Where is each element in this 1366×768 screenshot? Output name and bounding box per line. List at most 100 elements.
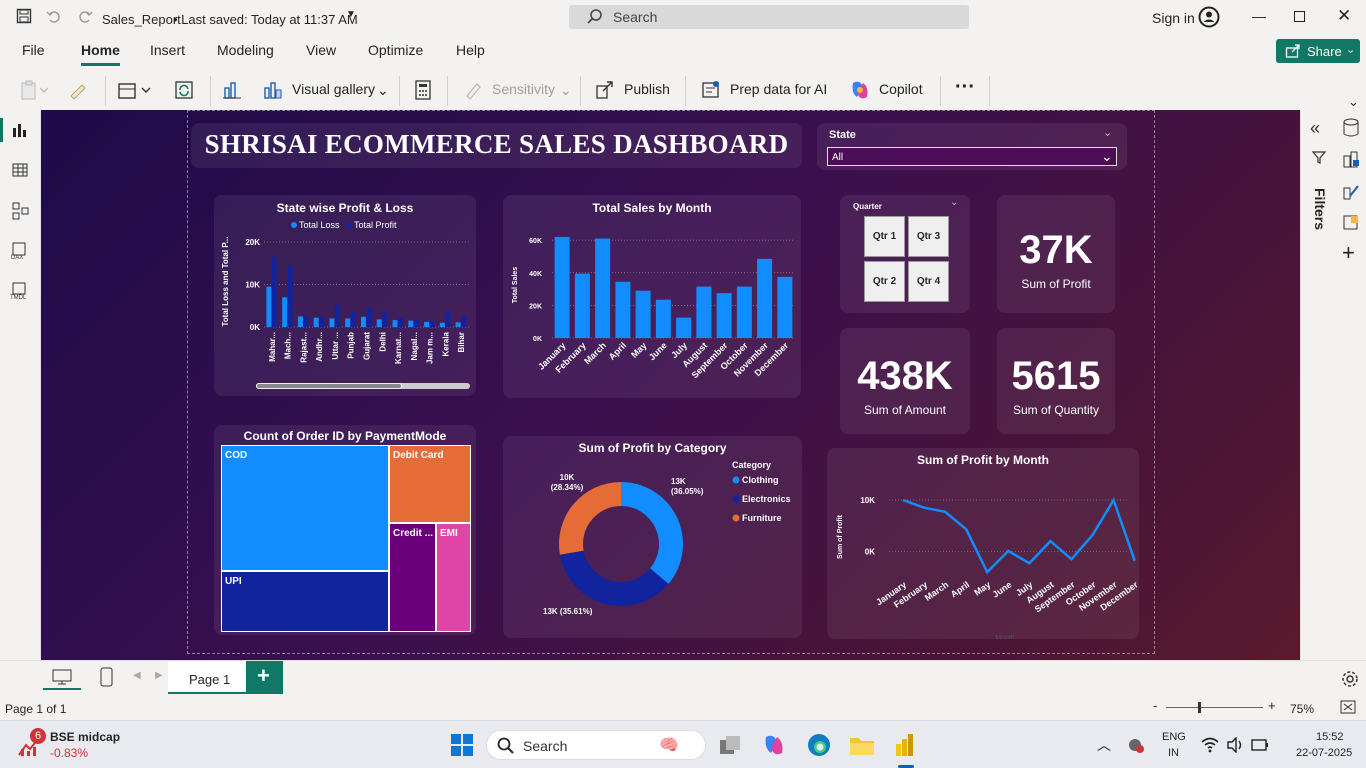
desktop-layout-icon[interactable] — [52, 669, 72, 688]
format-visual-icon[interactable] — [1342, 182, 1360, 203]
mobile-layout-icon[interactable] — [100, 667, 114, 690]
publish-button[interactable]: Publish — [624, 81, 670, 97]
visual-gallery-button[interactable]: Visual gallery — [292, 81, 375, 97]
profit-line — [902, 497, 1136, 575]
kpi-card-quantity[interactable]: 5615 Sum of Quantity — [997, 328, 1115, 434]
filters-pane-collapsed[interactable]: « Filters — [1300, 110, 1334, 660]
expand-pane-icon[interactable]: « — [1310, 118, 1320, 139]
zoom-out-button[interactable]: - — [1153, 698, 1157, 713]
settings-gear-icon[interactable] — [1340, 669, 1360, 692]
stock-name[interactable]: BSE midcap — [50, 730, 120, 744]
account-icon[interactable] — [1198, 6, 1220, 31]
copilot-icon[interactable] — [849, 79, 871, 104]
calculator-icon[interactable] — [414, 80, 432, 103]
new-visual-icon[interactable] — [222, 80, 242, 103]
data-pane-icon[interactable] — [1342, 118, 1360, 141]
wifi-icon[interactable] — [1201, 737, 1219, 756]
prev-page-icon[interactable]: ◀ — [133, 670, 141, 681]
report-view-icon[interactable] — [12, 122, 28, 141]
kpi-card-profit[interactable]: 37K Sum of Profit — [997, 195, 1115, 313]
profit-by-month-chart[interactable]: Sum of Profit by Month Sum of Profit 0K 10… — [827, 448, 1139, 639]
save-icon[interactable] — [16, 8, 32, 27]
edge-browser-icon[interactable] — [806, 732, 832, 761]
bar — [455, 322, 461, 327]
meet-now-icon[interactable] — [1127, 737, 1145, 756]
visualizations-icon[interactable] — [1342, 150, 1360, 171]
minimize-icon[interactable]: — — [1252, 8, 1266, 24]
menu-insert[interactable]: Insert — [150, 42, 185, 58]
redo-icon[interactable] — [77, 8, 93, 27]
search-input[interactable]: Search — [569, 5, 969, 29]
quarter-option[interactable]: Qtr 1 — [864, 216, 905, 257]
menu-help[interactable]: Help — [456, 42, 485, 58]
treemap-tile-debit-card[interactable]: Debit Card — [389, 445, 471, 523]
table-view-icon[interactable] — [12, 162, 28, 181]
share-button[interactable]: Share ⌄ — [1276, 39, 1360, 63]
treemap-tile-cod[interactable]: COD — [221, 445, 389, 571]
undo-icon[interactable] — [46, 8, 62, 27]
treemap-tile-upi[interactable]: UPI — [221, 571, 389, 632]
quarter-option[interactable]: Qtr 2 — [864, 261, 905, 302]
visual-gallery-icon[interactable] — [262, 80, 282, 103]
get-data-icon[interactable] — [117, 80, 153, 103]
copilot-taskbar-icon[interactable] — [762, 733, 786, 760]
sign-in-link[interactable]: Sign in — [1152, 10, 1195, 26]
zoom-in-button[interactable]: + — [1268, 698, 1276, 713]
tmdl-view-icon[interactable]: TMDL — [9, 282, 31, 303]
treemap-tile-credit-card[interactable]: Credit ... — [389, 523, 436, 632]
volume-icon[interactable] — [1226, 736, 1244, 756]
sales-by-month-chart[interactable]: Total Sales by Month Total Sales 0K 20K 40K… — [503, 195, 801, 398]
next-page-icon[interactable]: ▶ — [155, 670, 163, 681]
zoom-slider-thumb[interactable] — [1198, 702, 1201, 713]
taskbar-search[interactable]: Search 🧠 — [486, 730, 706, 760]
language-code[interactable]: ENG — [1162, 731, 1186, 743]
add-pane-icon[interactable]: + — [1342, 242, 1355, 264]
menu-modeling[interactable]: Modeling — [217, 42, 274, 58]
state-profit-loss-chart[interactable]: State wise Profit & Loss Total Loss Total… — [214, 195, 476, 396]
scrollbar-thumb[interactable] — [256, 383, 402, 389]
prep-data-icon[interactable] — [701, 80, 721, 103]
battery-icon[interactable] — [1251, 737, 1269, 756]
add-page-button[interactable]: + — [246, 661, 283, 695]
powerbi-taskbar-icon[interactable] — [893, 732, 917, 761]
dashboard-title-card[interactable]: SHRISAI ECOMMERCE SALES DASHBOARD — [191, 123, 802, 168]
quarter-option[interactable]: Qtr 4 — [908, 261, 949, 302]
state-slicer[interactable]: State ⌄ All ⌄ — [817, 123, 1127, 170]
paste-icon[interactable] — [20, 80, 50, 103]
bookmarks-icon[interactable] — [1342, 214, 1360, 235]
chevron-down-icon[interactable]: ⌄ — [377, 82, 389, 99]
model-view-icon[interactable] — [12, 202, 30, 223]
format-painter-icon[interactable] — [68, 80, 88, 103]
file-explorer-icon[interactable] — [849, 733, 875, 760]
profit-by-category-chart[interactable]: Sum of Profit by Category 13K (36.05%) 13K… — [503, 436, 802, 638]
payment-mode-treemap[interactable]: Count of Order ID by PaymentMode COD Deb… — [214, 425, 476, 635]
horizontal-scrollbar[interactable] — [256, 383, 470, 389]
state-dropdown[interactable]: All ⌄ — [827, 147, 1117, 166]
windows-start-icon[interactable] — [450, 733, 474, 760]
menu-view[interactable]: View — [306, 42, 336, 58]
treemap-tile-emi[interactable]: EMI — [436, 523, 471, 632]
quarter-option[interactable]: Qtr 3 — [908, 216, 949, 257]
maximize-icon[interactable] — [1294, 11, 1305, 22]
chevron-down-icon[interactable]: ▼ — [346, 9, 356, 20]
chevron-up-icon[interactable]: ︿ — [1097, 735, 1111, 755]
fit-to-page-icon[interactable] — [1340, 699, 1356, 718]
close-icon[interactable]: ✕ — [1337, 6, 1351, 26]
prep-data-button[interactable]: Prep data for AI — [730, 81, 827, 97]
more-options-button[interactable]: ··· — [955, 76, 975, 99]
refresh-icon[interactable] — [174, 80, 194, 103]
clock-time[interactable]: 15:52 — [1316, 731, 1344, 743]
publish-icon[interactable] — [595, 80, 615, 103]
menu-file[interactable]: File — [22, 42, 45, 58]
collapse-ribbon-icon[interactable]: ⌄ — [1348, 94, 1359, 110]
copilot-button[interactable]: Copilot — [879, 81, 923, 97]
quarter-slicer[interactable]: Quarter ⌄ Qtr 1 Qtr 3 Qtr 2 Qtr 4 — [840, 195, 970, 313]
tab-page-1[interactable]: Page 1 — [168, 661, 246, 695]
menu-home[interactable]: Home — [81, 42, 120, 58]
dax-query-icon[interactable]: DAX — [10, 242, 30, 263]
kpi-card-amount[interactable]: 438K Sum of Amount — [840, 328, 970, 434]
task-view-icon[interactable] — [718, 734, 742, 759]
zoom-slider[interactable] — [1166, 707, 1263, 708]
menu-optimize[interactable]: Optimize — [368, 42, 423, 58]
chevron-down-icon: ⌄ — [1346, 44, 1356, 56]
